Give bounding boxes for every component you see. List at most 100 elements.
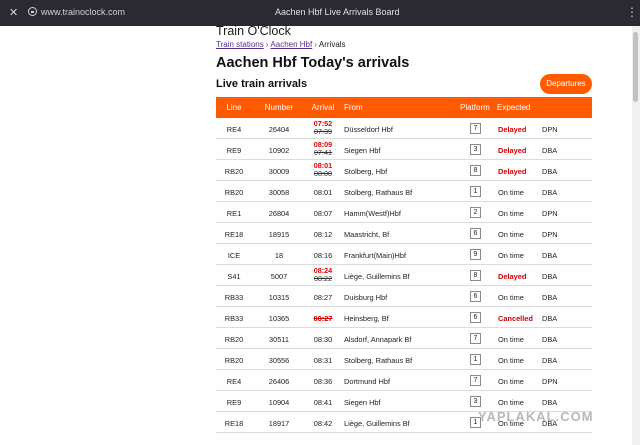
operator-cell: DPN <box>542 376 558 386</box>
arrival-time-scheduled: 07:39 <box>314 127 332 136</box>
arrival-time: 08:31 <box>313 355 333 365</box>
table-row[interactable]: ICE 18 08:16 Frankfurt(Main)Hbf 9 On time DBA <box>216 244 592 265</box>
train-number-cell: 5007 <box>270 271 288 281</box>
operator-cell: DBA <box>542 271 558 281</box>
operator-cell: DPN <box>542 229 558 239</box>
train-number-cell: 10365 <box>268 313 290 323</box>
origin-cell: Frankfurt(Main)Hbf <box>344 250 407 260</box>
table-row[interactable]: RE4 26406 08:36 Dortmund Hbf 7 On time DPN <box>216 370 592 391</box>
operator-cell: DBA <box>542 187 558 197</box>
table-row[interactable]: RB20 30511 08:30 Alsdorf, Annapark Bf 7 On ti… <box>216 328 592 349</box>
origin-cell: Siegen Hbf <box>344 397 381 407</box>
train-number-cell: 30009 <box>268 166 290 176</box>
origin-cell: Maastricht, Bf <box>344 229 390 239</box>
arrival-time: 08:27 <box>313 313 333 323</box>
breadcrumb-separator: › <box>314 40 317 49</box>
breadcrumb-aachen-hbf[interactable]: Aachen Hbf <box>270 40 312 49</box>
breadcrumb-train-stations[interactable]: Train stations <box>216 40 264 49</box>
platform-badge: 6 <box>470 291 481 302</box>
train-number-cell: 30556 <box>268 355 290 365</box>
train-number-cell: 26406 <box>268 376 290 386</box>
origin-cell: Stolberg, Rathaus Bf <box>344 355 413 365</box>
platform-badge: 3 <box>470 396 481 407</box>
header-line: Line <box>226 103 242 112</box>
origin-cell: Stolberg, Rathaus Bf <box>344 187 413 197</box>
arrival-time: 08:16 <box>313 250 333 260</box>
browser-toolbar: ✕ www.trainoclock.com Aachen Hbf Live Ar… <box>0 0 640 26</box>
breadcrumb-separator: › <box>265 40 269 49</box>
operator-cell: DBA <box>542 166 558 176</box>
train-number-cell: 10904 <box>268 397 290 407</box>
address-bar-url[interactable]: www.trainoclock.com <box>41 7 125 17</box>
arrival-time-changed: 08:09 07:41 <box>306 141 340 157</box>
platform-badge: 3 <box>470 144 481 155</box>
train-number-cell: 26404 <box>268 124 290 134</box>
line-cell: RE1 <box>226 208 242 218</box>
section-title: Live train arrivals <box>216 78 308 90</box>
platform-badge: 9 <box>470 249 481 260</box>
arrival-time-scheduled: 08:00 <box>314 169 332 178</box>
line-cell: RB33 <box>224 313 244 323</box>
line-cell: RB20 <box>224 187 244 197</box>
platform-badge: 7 <box>470 333 481 344</box>
table-row[interactable]: RE9 10902 08:09 07:41 Siegen Hbf 3 Delayed DBA <box>216 139 592 160</box>
header-number: Number <box>264 103 294 112</box>
platform-badge: 8 <box>470 165 481 176</box>
arrival-time: 08:01 <box>313 187 333 197</box>
table-row[interactable]: S41 5007 08:24 08:22 Liège, Guillemins Bf 8 De… <box>216 265 592 286</box>
train-number-cell: 10315 <box>268 292 290 302</box>
line-cell: RB20 <box>224 334 244 344</box>
table-row[interactable]: RE1 26804 08:07 Hamm(Westf)Hbf 2 On time DPN <box>216 202 592 223</box>
line-cell: RE18 <box>224 229 244 239</box>
header-arrival: Arrival <box>311 103 335 112</box>
arrival-time-scheduled: 07:41 <box>314 148 332 157</box>
platform-badge: 7 <box>470 375 481 386</box>
operator-cell: DBA <box>542 145 558 155</box>
operator-cell: DBA <box>542 334 558 344</box>
origin-cell: Stolberg, Hbf <box>344 166 388 176</box>
lock-icon[interactable] <box>28 7 37 16</box>
table-row[interactable]: RB20 30009 08:01 08:00 Stolberg, Hbf 8 Delayed… <box>216 160 592 181</box>
arrival-time: 08:42 <box>313 418 333 428</box>
departures-button[interactable]: Departures <box>540 74 592 94</box>
site-name[interactable]: Train O'Clock <box>216 24 291 38</box>
origin-cell: Heinsberg, Bf <box>344 313 389 323</box>
line-cell: S41 <box>227 271 241 281</box>
arrival-time-changed: 08:01 08:00 <box>306 162 340 178</box>
platform-badge: 6 <box>470 228 481 239</box>
train-number-cell: 18917 <box>268 418 290 428</box>
page-title: Aachen Hbf Today's arrivals <box>216 55 410 71</box>
table-row[interactable]: RB20 30058 08:01 Stolberg, Rathaus Bf 1 On ti… <box>216 181 592 202</box>
breadcrumb-arrivals: Arrivals <box>318 40 346 49</box>
train-number-cell: 10902 <box>268 145 290 155</box>
arrival-time: 08:41 <box>313 397 333 407</box>
line-cell: RE9 <box>226 145 242 155</box>
arrival-time: 08:30 <box>313 334 333 344</box>
arrival-time: 08:36 <box>313 376 333 386</box>
table-row[interactable]: RE18 18915 08:12 Maastricht, Bf 6 On time DPN <box>216 223 592 244</box>
operator-cell: DBA <box>542 250 558 260</box>
platform-badge: 6 <box>470 312 481 323</box>
table-row[interactable]: RB20 30556 08:31 Stolberg, Rathaus Bf 1 On ti… <box>216 349 592 370</box>
header-platform: Platform <box>460 103 490 112</box>
origin-cell: Dortmund Hbf <box>344 376 391 386</box>
platform-badge: 1 <box>470 186 481 197</box>
train-number-cell: 30058 <box>268 187 290 197</box>
origin-cell: Liège, Guillemins Bf <box>344 271 410 281</box>
table-row[interactable]: RE4 26404 07:52 07:39 Düsseldorf Hbf 7 Delayed… <box>216 118 592 139</box>
header-expected: Expected <box>497 103 531 112</box>
window-title: Aachen Hbf Live Arrivals Board <box>275 7 400 17</box>
scrollbar-thumb[interactable] <box>633 32 638 102</box>
line-cell: RE9 <box>226 397 242 407</box>
table-row[interactable]: RB33 10365 08:27 Heinsberg, Bf 6 Cancelled DBA <box>216 307 592 328</box>
arrival-time-scheduled: 08:22 <box>314 274 332 283</box>
train-number-cell: 18915 <box>268 229 290 239</box>
table-row[interactable]: RB33 10315 08:27 Duisburg Hbf 6 On time DBA <box>216 286 592 307</box>
breadcrumb: Train stations › Aachen Hbf › Arrivals <box>216 40 346 49</box>
train-number-cell: 18 <box>274 250 284 260</box>
operator-cell: DPN <box>542 208 558 218</box>
close-icon[interactable]: ✕ <box>9 6 18 19</box>
line-cell: RB33 <box>224 292 244 302</box>
kebab-menu-icon[interactable]: ⋮ <box>626 5 638 19</box>
platform-badge: 8 <box>470 270 481 281</box>
